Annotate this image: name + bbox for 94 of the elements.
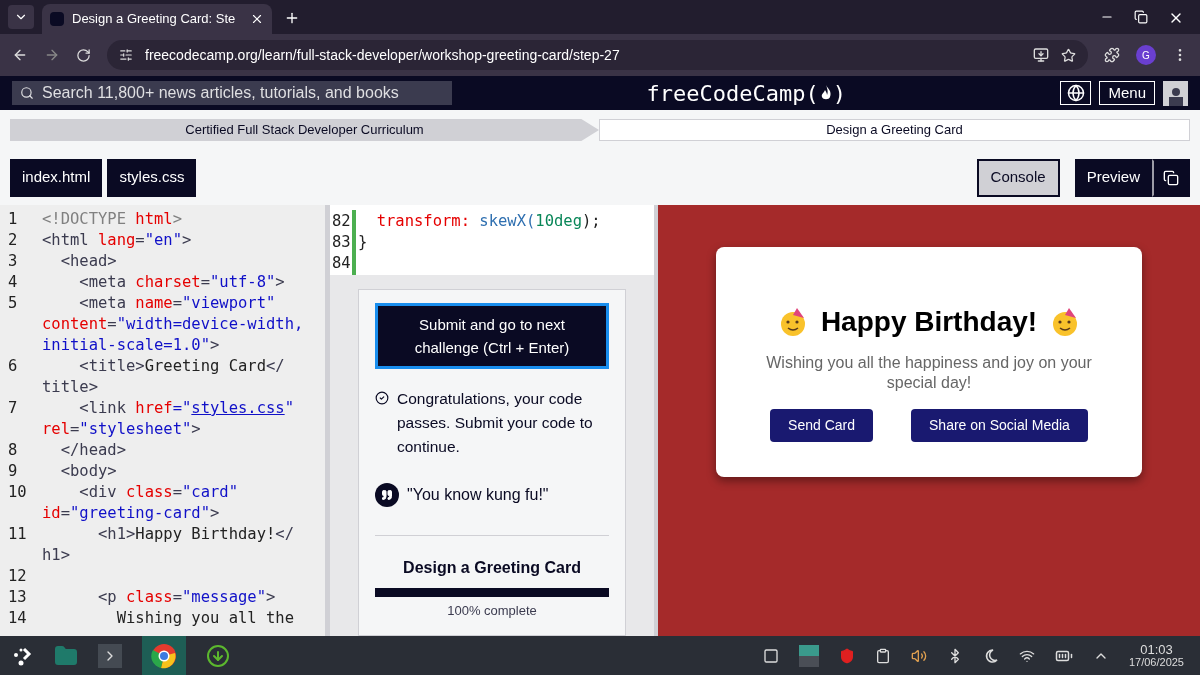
card-button[interactable]: Share on Social Media	[911, 409, 1088, 442]
line-number: 9	[8, 460, 19, 482]
code-line: <p class="message">	[97, 586, 276, 608]
globe-icon	[1066, 84, 1085, 102]
desktop-icon[interactable]	[762, 647, 779, 664]
site-logo[interactable]: freeCodeCamp( )	[452, 76, 1061, 110]
browser-tab[interactable]: Design a Greeting Card: Ste	[42, 4, 272, 34]
card-heading: Happy Birthday!	[820, 305, 1038, 339]
extensions-icon[interactable]	[1104, 47, 1120, 63]
quote-text: "You know kung fu!"	[407, 485, 549, 505]
line-number: 5	[8, 292, 19, 314]
line-number: 10	[8, 481, 28, 503]
shield-icon[interactable]	[838, 647, 855, 664]
html-editor[interactable]	[0, 205, 330, 636]
line-number: 6	[8, 355, 19, 377]
profile-avatar[interactable]: G	[1136, 45, 1156, 65]
restore-icon[interactable]	[1134, 10, 1148, 24]
search-icon	[20, 86, 34, 100]
install-icon[interactable]	[1033, 47, 1049, 63]
submit-button[interactable]: Submit and go to next challenge (Ctrl + Enter)	[375, 303, 609, 369]
line-number: 7	[8, 397, 19, 419]
line-number: 8	[8, 439, 19, 461]
breadcrumb-item[interactable]: Design a Greeting Card	[599, 119, 1190, 141]
line-number: 12	[8, 565, 28, 587]
line-number: 1	[8, 208, 19, 230]
breadcrumb-item[interactable]: Certified Full Stack Developer Curriculum	[10, 119, 599, 141]
code-line: initial-scale=1.0">	[42, 334, 220, 356]
code-line: <link href="styles.css"	[78, 397, 294, 419]
popout-icon[interactable]	[1163, 169, 1179, 186]
download-icon[interactable]	[206, 643, 230, 668]
code-line: <meta charset="utf-8">	[78, 271, 285, 293]
tab-title: Design a Greeting Card: Ste	[72, 10, 237, 29]
preview-button[interactable]: Preview	[1074, 158, 1190, 197]
code-line: </head>	[59, 439, 126, 461]
code-line: h1>	[42, 544, 70, 566]
line-number: 4	[8, 271, 19, 293]
card-message: Wishing you all the happiness and joy on your special day!	[765, 353, 1093, 393]
code-line: <html lang="en">	[42, 229, 192, 251]
challenge-title: Design a Greeting Card	[402, 558, 582, 578]
site-icon	[50, 12, 64, 26]
clipboard-icon[interactable]	[874, 647, 891, 664]
terminal-icon[interactable]	[98, 643, 122, 668]
menu-button[interactable]: Menu	[1099, 81, 1155, 105]
code-line: title>	[42, 376, 98, 398]
code-line: rel="stylesheet">	[42, 418, 201, 440]
address-bar[interactable]: freecodecamp.org/learn/full-stack-developer/workshop-greeting-card/step-27	[107, 40, 1088, 70]
file-tab[interactable]: styles.css	[107, 158, 197, 197]
browser-icon[interactable]	[142, 636, 186, 675]
line-number: 11	[8, 523, 28, 545]
language-button[interactable]	[1060, 81, 1092, 105]
line-number: 82	[332, 209, 356, 234]
forward-icon[interactable]	[44, 47, 60, 63]
code-line: <head>	[59, 250, 117, 272]
css-editor[interactable]: 82 transform: skewX(10deg); 83 } 84	[330, 205, 654, 275]
card-button[interactable]: Send Card	[770, 409, 874, 442]
volume-icon[interactable]	[910, 647, 927, 664]
workspace-icon[interactable]	[798, 644, 819, 667]
search-field[interactable]: Search 11,800+ news articles, tutorials, and books	[12, 81, 452, 105]
code-line: id="greeting-card">	[42, 502, 220, 524]
line-number: 3	[8, 250, 19, 272]
reload-icon[interactable]	[76, 47, 91, 63]
check-icon	[375, 391, 389, 405]
code-line: <meta name="viewport"	[78, 292, 276, 314]
clock-date[interactable]: 17/06/2025	[1128, 655, 1184, 669]
code-line: <div class="card"	[78, 481, 238, 503]
line-number: 84	[332, 251, 356, 276]
code-line: <h1>Happy Birthday!</	[97, 523, 294, 545]
code-line: Wishing you all the	[115, 607, 294, 629]
file-tab[interactable]: index.html	[10, 158, 103, 197]
console-button[interactable]: Console	[976, 158, 1060, 197]
code-line: content="width=device-width,	[42, 313, 304, 335]
bookmark-icon[interactable]	[1061, 47, 1076, 63]
tab-list-button[interactable]	[8, 5, 34, 29]
code-line: <title>Greeting Card</	[78, 355, 285, 377]
line-number: 13	[8, 586, 28, 608]
code-line: <!DOCTYPE html>	[42, 208, 182, 230]
line-number: 14	[8, 607, 28, 629]
user-avatar[interactable]	[1163, 80, 1188, 106]
clock-time[interactable]: 01:03	[1140, 642, 1173, 656]
code-line: <body>	[59, 460, 117, 482]
new-tab-icon[interactable]	[284, 10, 300, 26]
code-line: transform: skewX(10deg);	[375, 210, 601, 232]
progress-label: 100% complete	[446, 602, 538, 620]
url-text: freecodecamp.org/learn/full-stack-developer/workshop-greeting-card/step-27	[145, 45, 621, 65]
success-message: Congratulations, your code passes. Submit your code to continue.	[397, 389, 594, 457]
code-line: }	[358, 231, 368, 253]
site-settings-icon[interactable]	[119, 48, 133, 62]
close-icon[interactable]	[250, 12, 264, 26]
quote-mark-icon	[381, 489, 393, 501]
folder-icon[interactable]	[54, 643, 78, 668]
person-silhouette-icon	[1167, 85, 1184, 106]
line-number: 2	[8, 229, 19, 251]
line-number: 83	[332, 230, 356, 255]
back-icon[interactable]	[12, 47, 28, 63]
